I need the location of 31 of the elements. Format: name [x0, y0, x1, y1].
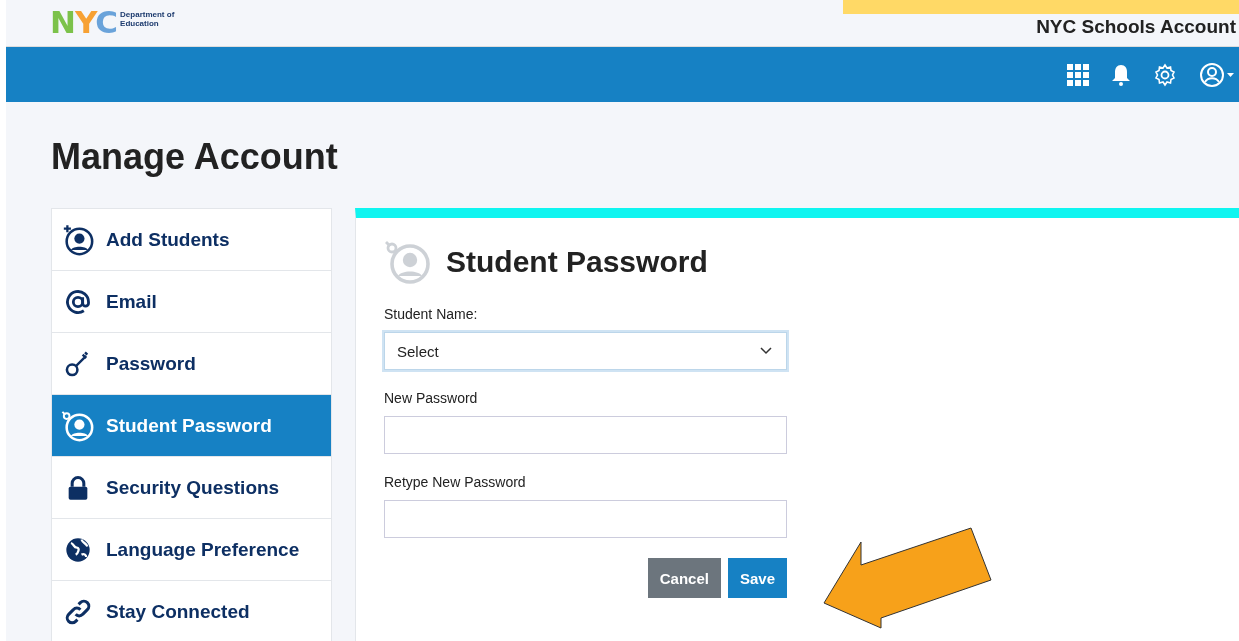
sidebar-item[interactable]: Student Password [52, 395, 331, 457]
sidebar-item-label: Add Students [106, 228, 230, 251]
field-label: Student Name: [384, 306, 479, 322]
notification-bell-icon[interactable] [1111, 63, 1131, 86]
sidebar-item-label: Password [106, 352, 196, 375]
link-icon [64, 597, 92, 626]
field-label: New Password [384, 390, 479, 406]
settings-icon[interactable] [1153, 62, 1177, 87]
sidebar-item-label: Student Password [106, 414, 272, 437]
account-title: NYC Schools Account [1036, 16, 1237, 38]
logo-label: Department of Education [120, 9, 175, 28]
password-field[interactable] [384, 500, 787, 538]
save-button[interactable]: Save [727, 558, 787, 598]
sidebar-item-label: Language Preference [106, 538, 300, 561]
apps-grid-icon[interactable] [1067, 63, 1089, 86]
password-field[interactable] [384, 416, 787, 454]
sidebar-item-label: Email [106, 290, 157, 313]
student-key-icon [384, 238, 432, 286]
cancel-button[interactable]: Cancel [647, 558, 721, 598]
sidebar-item-label: Stay Connected [106, 600, 250, 623]
student-select[interactable]: Select [384, 332, 787, 370]
user-menu-icon[interactable] [1199, 61, 1235, 88]
add-person-icon [61, 222, 95, 257]
sidebar-item-label: Security Questions [106, 476, 280, 499]
select-value: Select [397, 342, 439, 360]
field-label: Retype New Password [384, 474, 527, 490]
chevron-down-icon [760, 347, 772, 355]
page-title: Manage Account [51, 136, 339, 178]
at-sign-icon [64, 287, 92, 316]
panel-title: Student Password [446, 245, 708, 279]
logo-wordmark: NYC [50, 8, 118, 36]
